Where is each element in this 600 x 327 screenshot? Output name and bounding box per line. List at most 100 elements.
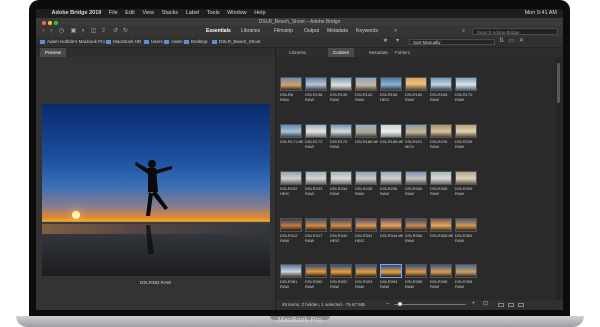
open-in-camera-raw-icon[interactable]: ◫ <box>90 28 97 35</box>
thumbnail-item[interactable]: DSLR309 RAW <box>455 171 479 196</box>
thumbnail-image[interactable] <box>330 171 352 185</box>
breadcrumb-users[interactable]: Users <box>144 37 163 47</box>
thumbnail-item[interactable]: DSLR171.tiff <box>280 124 304 144</box>
thumbnail-item[interactable]: DSLR156 HEIC <box>380 77 404 102</box>
menu-clock[interactable]: Mon 9:41 AM <box>525 9 557 18</box>
thumbnail-item[interactable]: DSLR369 RAW <box>455 218 479 243</box>
thumbnail-image[interactable] <box>380 171 402 185</box>
thumbnail-item[interactable]: DSLR160 RAW <box>405 77 429 102</box>
rotate-right-icon[interactable]: ↻ <box>122 28 129 35</box>
menu-view[interactable]: View <box>142 9 154 18</box>
zoom-window-button[interactable] <box>54 21 58 25</box>
close-window-button[interactable] <box>42 21 46 25</box>
breadcrumb-computer[interactable]: Adam Hobble's Macbook Pro <box>40 37 105 47</box>
zoom-in-icon[interactable]: + <box>470 301 477 308</box>
thumbnail-image[interactable] <box>280 171 302 185</box>
thumbnail-item[interactable]: DSLR393 RAW <box>355 264 379 289</box>
thumbnail-item[interactable]: DSLR312 RAW <box>280 218 304 243</box>
thumbnail-image[interactable] <box>280 218 302 232</box>
menu-file[interactable]: File <box>109 9 118 18</box>
thumbnail-item[interactable]: DSLR317 RAW <box>305 218 329 243</box>
workspace-libraries[interactable]: Libraries <box>241 26 260 37</box>
thumbnail-image[interactable] <box>355 218 377 232</box>
thumbnail-item[interactable]: DSLR221 MOV <box>405 124 429 149</box>
thumbnail-image[interactable] <box>455 124 477 138</box>
camera-import-icon[interactable]: ▣ <box>70 28 77 35</box>
thumbnail-image[interactable] <box>455 218 477 232</box>
thumbnail-image-selected[interactable] <box>380 264 402 278</box>
thumbnail-image[interactable] <box>330 124 352 138</box>
thumbnail-image[interactable] <box>380 77 402 91</box>
view-grid-icon[interactable] <box>498 303 504 307</box>
star-filter-icon[interactable]: ★ <box>382 38 389 45</box>
thumbnail-item[interactable]: DSLR232 HEIC <box>280 171 304 196</box>
filter-options-icon[interactable]: ▾ <box>394 38 401 45</box>
thumbnail-image[interactable] <box>330 264 352 278</box>
thumbnail-image[interactable] <box>280 264 302 278</box>
menu-tools[interactable]: Tools <box>207 9 220 18</box>
thumbnail-item[interactable]: DSLR174 RAW <box>330 124 354 149</box>
refine-icon[interactable]: ◐ <box>80 28 87 35</box>
scrollbar-thumb[interactable] <box>557 63 560 103</box>
thumbnail-image[interactable] <box>455 264 477 278</box>
thumbnail-item[interactable]: DSLR234 RAW <box>330 171 354 196</box>
thumbnail-image[interactable] <box>355 171 377 185</box>
thumbnail-item[interactable]: DSLR142 RAW <box>355 77 379 102</box>
thumbnail-item[interactable]: DSLR308 RAW <box>430 171 454 196</box>
thumbnail-image[interactable] <box>305 264 327 278</box>
recent-clock-icon[interactable]: ◷ <box>58 28 65 35</box>
thumbnail-item[interactable]: DSLR356 RAW <box>405 218 429 243</box>
thumbnail-image[interactable] <box>305 218 327 232</box>
thumbnail-image[interactable] <box>355 264 377 278</box>
thumbnail-item[interactable]: DSLR390 RAW <box>305 264 329 289</box>
workspace-essentials[interactable]: Essentials <box>206 26 231 37</box>
delete-icon[interactable]: ✕ <box>518 38 525 45</box>
slider-knob[interactable] <box>398 302 402 306</box>
forward-arrow-icon[interactable]: › <box>48 28 55 35</box>
thumbnail-item[interactable]: DSLR395 RAW <box>405 264 429 289</box>
thumbnail-item[interactable]: DSLR188.tiff <box>380 124 404 144</box>
thumbnail-image[interactable] <box>380 124 402 138</box>
output-icon[interactable]: ⇪ <box>100 28 107 35</box>
breadcrumb-desktop[interactable]: Desktop <box>184 37 208 47</box>
tab-folders[interactable]: Folders <box>390 48 415 57</box>
menu-label[interactable]: Label <box>186 9 199 18</box>
thumbnail-item[interactable]: DSLR170 RAW <box>455 77 479 102</box>
menu-stacks[interactable]: Stacks <box>162 9 179 18</box>
thumbnail-image[interactable] <box>430 264 452 278</box>
tab-content[interactable]: Content <box>328 48 354 57</box>
content-scrollbar[interactable] <box>556 57 561 300</box>
thumbnail-item[interactable]: DSLR228 RAW <box>455 124 479 149</box>
workspace-keywords[interactable]: Keywords <box>356 26 378 37</box>
tab-libraries[interactable]: Libraries <box>284 48 311 57</box>
thumbnail-image[interactable] <box>455 77 477 91</box>
thumbnail-item[interactable]: DSLR236 RAW <box>380 171 404 196</box>
thumbnail-item[interactable]: DSLR139 RAW <box>330 77 354 102</box>
thumbnail-image[interactable] <box>405 264 427 278</box>
sort-dropdown[interactable]: Sort Manually <box>409 39 495 45</box>
thumbnail-item[interactable]: DSLR226 RAW <box>430 124 454 149</box>
thumbnail-size-slider[interactable] <box>394 302 466 306</box>
thumbnail-item[interactable]: DSLR396 RAW <box>430 264 454 289</box>
menu-help[interactable]: Help <box>254 9 265 18</box>
back-arrow-icon[interactable]: ‹ <box>40 28 47 35</box>
thumbnail-image[interactable] <box>305 77 327 91</box>
lock-icon[interactable]: ⊡ <box>482 301 489 308</box>
search-icon[interactable]: ⌕ <box>460 28 467 35</box>
menu-edit[interactable]: Edit <box>125 9 134 18</box>
workspace-output[interactable]: Output <box>304 26 319 37</box>
thumbnail-image[interactable] <box>405 171 427 185</box>
thumbnail-image[interactable] <box>305 124 327 138</box>
workspace-metadata[interactable]: Metadata <box>327 26 348 37</box>
thumbnail-item[interactable]: DSLR394 RAW <box>380 264 404 289</box>
sort-direction-icon[interactable]: ⇅ <box>498 38 505 45</box>
thumbnail-image[interactable] <box>280 124 302 138</box>
thumbnail-image[interactable] <box>380 218 402 232</box>
thumbnail-image[interactable] <box>430 218 452 232</box>
thumbnail-item[interactable]: DSLR235 RAW <box>355 171 379 196</box>
minimize-window-button[interactable] <box>48 21 52 25</box>
workspace-menu-chevron-icon[interactable]: » <box>392 28 399 35</box>
thumbnail-image[interactable] <box>280 77 302 91</box>
search-input[interactable]: Search Adobe Bridge <box>472 28 558 35</box>
thumbnail-item[interactable]: DSLR306 RAW <box>405 171 429 196</box>
